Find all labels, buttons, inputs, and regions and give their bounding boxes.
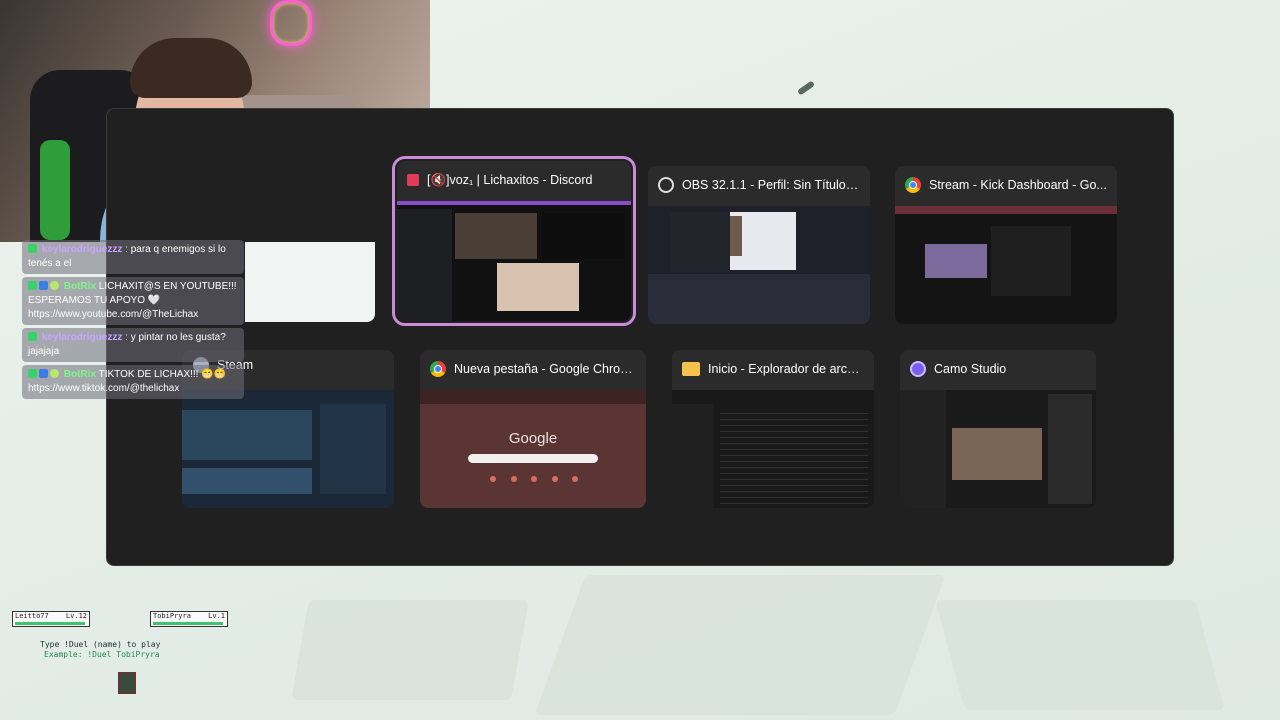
background-shape: [935, 600, 1225, 710]
chat-overlay: keylarodriguezzz : para q enemigos si lo…: [22, 240, 244, 402]
overlay-card: [245, 242, 375, 322]
window-title: Inicio - Explorador de archi...: [708, 362, 864, 376]
player-level: Lv.1: [208, 612, 225, 620]
chrome-icon: [905, 177, 921, 193]
kick-badge-icon: [28, 244, 37, 253]
window-title: Camo Studio: [934, 362, 1007, 376]
bot-badge-icon: [39, 281, 48, 290]
chat-message: keylarodriguezzz : para q enemigos si lo…: [22, 240, 244, 274]
game-example: Example: !Duel TobiPryra: [44, 650, 160, 659]
kick-badge-icon: [28, 281, 37, 290]
player-level: Lv.12: [65, 612, 87, 620]
task-switcher: [🔇]voz₁ | Lichaxitos - Discord OBS 32.1.…: [106, 108, 1174, 566]
window-thumbnail: [182, 390, 394, 508]
window-title: Stream - Kick Dashboard - Go...: [929, 178, 1107, 192]
verified-badge-icon: [50, 281, 59, 290]
chat-username: keylarodriguezzz: [41, 332, 123, 343]
kick-badge-icon: [28, 332, 37, 341]
player-hp-box: TobiPryra Lv.1: [150, 611, 228, 627]
hp-bar: [153, 622, 223, 625]
discord-icon: [407, 174, 419, 186]
folder-icon: [682, 362, 700, 376]
kick-badge-icon: [28, 369, 37, 378]
hp-bar: [15, 622, 85, 625]
game-hint: Type !Duel (name) to play: [40, 640, 161, 649]
player-name: Leitto77: [15, 612, 49, 620]
background-shape: [534, 575, 946, 715]
google-logo: Google: [508, 430, 558, 447]
window-chrome-new-tab[interactable]: Nueva pestaña - Google Chrome Google: [420, 350, 646, 508]
window-discord[interactable]: [🔇]voz₁ | Lichaxitos - Discord: [392, 156, 636, 326]
chat-text: LICHAXIT@S EN YOUTUBE!!! ESPERAMOS TU AP…: [28, 281, 237, 320]
verified-badge-icon: [50, 369, 59, 378]
chrome-icon: [430, 361, 446, 377]
neon-mic-sign: [270, 0, 312, 46]
duel-sprite: [118, 672, 136, 694]
camo-icon: [910, 361, 926, 377]
window-thumbnail: [397, 201, 631, 321]
window-obs[interactable]: OBS 32.1.1 - Perfil: Sin Título -...: [648, 166, 870, 324]
window-title: [🔇]voz₁ | Lichaxitos - Discord: [427, 172, 593, 187]
chat-message: BotRix LICHAXIT@S EN YOUTUBE!!! ESPERAMO…: [22, 277, 244, 325]
pen-icon: [796, 80, 816, 96]
player-name: TobiPryra: [153, 612, 191, 620]
chat-username: BotRix: [63, 281, 97, 292]
chat-username: BotRix: [63, 369, 97, 380]
obs-icon: [658, 177, 674, 193]
window-thumbnail: [648, 206, 870, 324]
background-shape: [291, 600, 529, 700]
chat-message: keylarodriguezzz : y pintar no les gusta…: [22, 328, 244, 362]
window-title: OBS 32.1.1 - Perfil: Sin Título -...: [682, 178, 860, 192]
window-camo-studio[interactable]: Camo Studio: [900, 350, 1096, 508]
window-thumbnail: [672, 390, 874, 508]
chat-message: BotRix TIKTOK DE LICHAX!!! 😁😁 https://ww…: [22, 365, 244, 399]
window-thumbnail: [895, 206, 1117, 324]
bot-badge-icon: [39, 369, 48, 378]
window-thumbnail: Google: [420, 390, 646, 508]
window-file-explorer[interactable]: Inicio - Explorador de archi...: [672, 350, 874, 508]
window-title: Nueva pestaña - Google Chrome: [454, 362, 636, 376]
window-kick-dashboard[interactable]: Stream - Kick Dashboard - Go...: [895, 166, 1117, 324]
player-hp-box: Leitto77 Lv.12: [12, 611, 90, 627]
window-thumbnail: [900, 390, 1096, 508]
chat-username: keylarodriguezzz: [41, 244, 123, 255]
